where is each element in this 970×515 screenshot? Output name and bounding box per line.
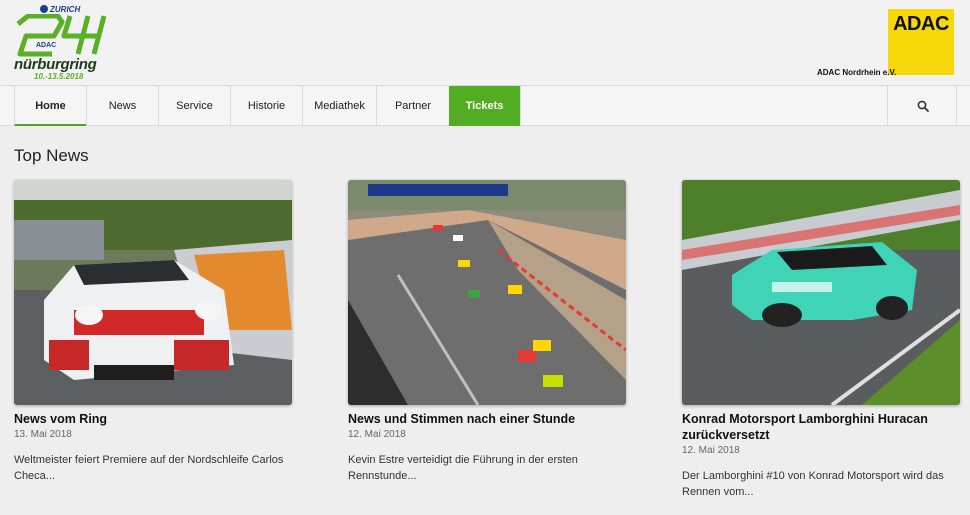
adac-logo[interactable]: ADAC	[888, 9, 954, 75]
nav-item-historie[interactable]: Historie	[230, 86, 302, 126]
race-photo-porsche	[14, 180, 292, 405]
nav-item-tickets[interactable]: Tickets	[449, 86, 520, 126]
news-excerpt: Kevin Estre verteidigt die Führung in de…	[348, 454, 578, 482]
news-date: 13. Mai 2018	[14, 429, 72, 440]
event-dates: 10.-13.5.2018	[34, 72, 84, 81]
club-name: ADAC Nordrhein e.V.	[817, 68, 897, 77]
sponsor-label: ZURICH	[40, 5, 80, 14]
section-title: Top News	[14, 146, 89, 165]
site-header: ZURICH ADAC nürburgring 10.-13.5.2018 AD…	[0, 0, 970, 85]
news-title[interactable]: Konrad Motorsport Lamborghini Huracan zu…	[682, 411, 960, 443]
news-excerpt: Der Lamborghini #10 von Konrad Motorspor…	[682, 470, 944, 498]
news-date: 12. Mai 2018	[682, 445, 740, 456]
search-button[interactable]	[887, 86, 957, 126]
news-card[interactable]: News vom Ring 13. Mai 2018 Weltmeister f…	[14, 180, 292, 484]
nav-item-news[interactable]: News	[86, 86, 158, 126]
zurich-icon	[40, 5, 48, 13]
event-logo[interactable]: ZURICH ADAC nürburgring 10.-13.5.2018	[14, 5, 124, 83]
nav-item-service[interactable]: Service	[158, 86, 230, 126]
main-nav: Home News Service Historie Mediathek Par…	[0, 85, 970, 126]
svg-text:ADAC: ADAC	[36, 42, 56, 49]
news-image-lamborghini[interactable]	[682, 180, 960, 405]
news-card[interactable]: Konrad Motorsport Lamborghini Huracan zu…	[682, 180, 960, 500]
adac-logo-text: ADAC	[893, 13, 949, 35]
news-excerpt: Weltmeister feiert Premiere auf der Nord…	[14, 454, 284, 482]
nav-item-mediathek[interactable]: Mediathek	[302, 86, 376, 126]
nav-item-partner[interactable]: Partner	[376, 86, 449, 126]
news-title[interactable]: News vom Ring	[14, 411, 292, 427]
nav-item-home[interactable]: Home	[14, 86, 86, 126]
news-image-race-cars[interactable]	[14, 180, 292, 405]
nav-divider	[520, 86, 521, 126]
race-photo-lamborghini	[682, 180, 960, 405]
event-name: nürburgring	[14, 56, 97, 73]
news-date: 12. Mai 2018	[348, 429, 406, 440]
race-photo-track-aerial	[348, 180, 626, 405]
search-icon	[917, 100, 929, 112]
news-title[interactable]: News und Stimmen nach einer Stunde	[348, 411, 626, 427]
24h-logo-icon: ADAC	[16, 14, 107, 57]
news-card[interactable]: News und Stimmen nach einer Stunde 12. M…	[348, 180, 626, 484]
news-image-track[interactable]	[348, 180, 626, 405]
